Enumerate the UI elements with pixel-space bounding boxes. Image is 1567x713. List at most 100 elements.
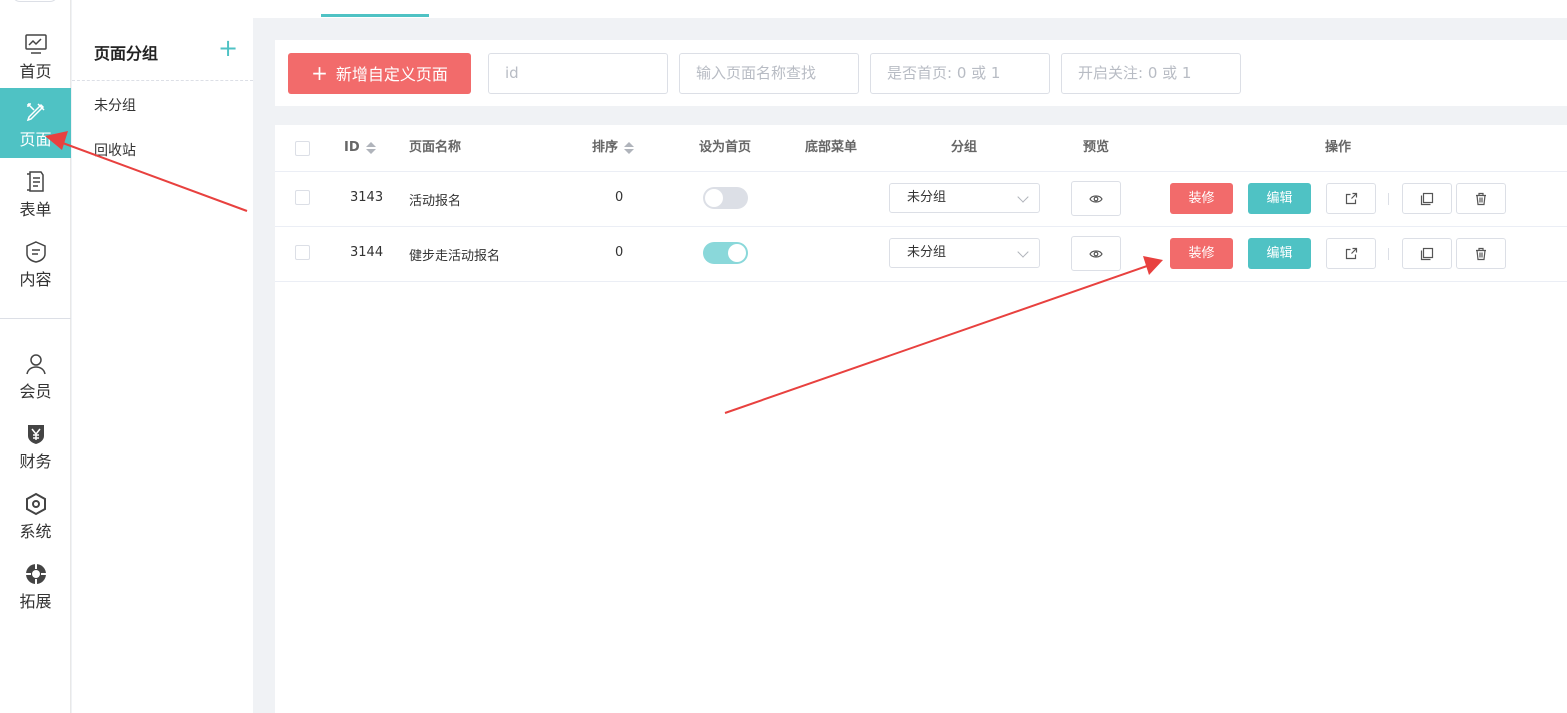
form-icon: [26, 171, 44, 192]
row-id: 3144: [350, 245, 384, 260]
user-icon: [25, 354, 46, 375]
row-sort: 0: [615, 190, 624, 205]
nav-item-system[interactable]: 系统: [0, 480, 71, 550]
nav-label: 首页: [19, 62, 52, 81]
delete-button[interactable]: [1456, 183, 1506, 214]
nav-label: 表单: [19, 200, 52, 219]
nav-label: 拓展: [19, 592, 52, 611]
nav-item-extension[interactable]: 拓展: [0, 550, 71, 620]
row-sort: 0: [615, 245, 624, 260]
pages-table: ID 页面名称 排序 设为首页 底部菜单 分组 预览 操作 3143 活动报名 …: [275, 125, 1567, 713]
row-name: 活动报名: [409, 194, 462, 209]
preview-button[interactable]: [1071, 181, 1121, 216]
eye-icon: [1089, 194, 1103, 203]
row-name: 健步走活动报名: [409, 249, 501, 264]
toolbar: + 新增自定义页面 id 输入页面名称查找 是否首页: 0 或 1 开启关注: 0…: [275, 40, 1567, 106]
row-checkbox[interactable]: [295, 245, 310, 260]
delete-button[interactable]: [1456, 238, 1506, 269]
nav-item-member[interactable]: 会员: [0, 340, 71, 410]
logo-area: [12, 0, 58, 2]
decorate-button[interactable]: 装修: [1170, 238, 1233, 269]
dashboard-icon: [24, 34, 47, 54]
header-preview: 预览: [1083, 140, 1110, 155]
copy-button[interactable]: [1402, 183, 1452, 214]
design-icon: [26, 103, 45, 122]
copy-icon: [1420, 192, 1434, 205]
group-select[interactable]: 未分组: [889, 238, 1040, 268]
chevron-down-icon: [1017, 191, 1029, 203]
set-home-toggle[interactable]: [703, 187, 748, 209]
page-name-search-input[interactable]: 输入页面名称查找: [679, 53, 859, 94]
toggle-knob: [728, 244, 746, 262]
header-name: 页面名称: [409, 140, 462, 155]
main-nav: 首页 页面 表单 内容 会员 财务 系统 拓展: [0, 0, 71, 713]
nav-divider: [0, 318, 71, 319]
header-sort-label: 排序: [592, 140, 619, 155]
system-icon: [25, 492, 46, 516]
divider: [275, 171, 1567, 172]
trash-icon: [1476, 247, 1486, 260]
header-group: 分组: [951, 140, 978, 155]
group-select-value: 未分组: [907, 245, 947, 260]
divider: [275, 281, 1567, 282]
row-checkbox[interactable]: [295, 190, 310, 205]
header-id[interactable]: ID: [344, 125, 376, 171]
nav-item-content[interactable]: 内容: [0, 228, 71, 298]
decorate-button[interactable]: 装修: [1170, 183, 1233, 214]
divider: [1388, 193, 1389, 205]
active-top-tab-indicator: [321, 14, 429, 17]
follow-filter-input[interactable]: 开启关注: 0 或 1: [1061, 53, 1241, 94]
nav-label: 系统: [19, 522, 52, 541]
edit-button[interactable]: 编辑: [1248, 238, 1311, 269]
nav-label: 内容: [19, 270, 52, 289]
edit-button[interactable]: 编辑: [1248, 183, 1311, 214]
is-home-filter-input[interactable]: 是否首页: 0 或 1: [870, 53, 1050, 94]
id-input[interactable]: id: [488, 53, 668, 94]
header-sort[interactable]: 排序: [592, 125, 635, 171]
page-group-panel: 页面分组 + 未分组 回收站: [72, 18, 253, 713]
chevron-down-icon: [1017, 246, 1029, 258]
share-icon: [1345, 247, 1358, 259]
share-button[interactable]: [1326, 238, 1376, 269]
select-all-checkbox[interactable]: [295, 141, 310, 156]
group-item-recycle-bin[interactable]: 回收站: [94, 140, 136, 160]
set-home-toggle[interactable]: [703, 242, 748, 264]
plus-icon[interactable]: +: [218, 36, 238, 60]
extension-icon: [25, 564, 46, 584]
eye-icon: [1089, 249, 1103, 258]
group-panel-title: 页面分组: [94, 44, 159, 63]
header-id-label: ID: [344, 140, 360, 155]
plus-icon: +: [311, 61, 328, 85]
divider: [72, 80, 253, 81]
add-custom-page-label: 新增自定义页面: [335, 65, 448, 84]
share-button[interactable]: [1326, 183, 1376, 214]
group-select[interactable]: 未分组: [889, 183, 1040, 213]
add-custom-page-button[interactable]: + 新增自定义页面: [288, 53, 471, 94]
divider: [1388, 248, 1389, 260]
nav-item-form[interactable]: 表单: [0, 158, 71, 228]
finance-icon: [27, 425, 44, 444]
group-select-value: 未分组: [907, 190, 947, 205]
group-item-ungrouped[interactable]: 未分组: [94, 95, 136, 115]
nav-item-finance[interactable]: 财务: [0, 410, 71, 480]
nav-label: 会员: [19, 382, 52, 401]
nav-label: 财务: [19, 452, 52, 471]
share-icon: [1345, 192, 1358, 204]
nav-item-page[interactable]: 页面: [0, 88, 71, 158]
sort-icon: [365, 141, 376, 155]
nav-item-home[interactable]: 首页: [0, 20, 71, 90]
trash-icon: [1476, 192, 1486, 205]
copy-icon: [1420, 247, 1434, 260]
nav-label: 页面: [19, 130, 52, 149]
row-id: 3143: [350, 190, 384, 205]
preview-button[interactable]: [1071, 236, 1121, 271]
top-header-bar: [72, 0, 1567, 18]
toggle-knob: [705, 189, 723, 207]
content-icon: [25, 241, 46, 263]
header-actions: 操作: [1325, 140, 1352, 155]
copy-button[interactable]: [1402, 238, 1452, 269]
header-set-home: 设为首页: [699, 140, 752, 155]
sort-icon: [624, 141, 635, 155]
header-bottom-menu: 底部菜单: [805, 140, 858, 155]
divider: [275, 226, 1567, 227]
